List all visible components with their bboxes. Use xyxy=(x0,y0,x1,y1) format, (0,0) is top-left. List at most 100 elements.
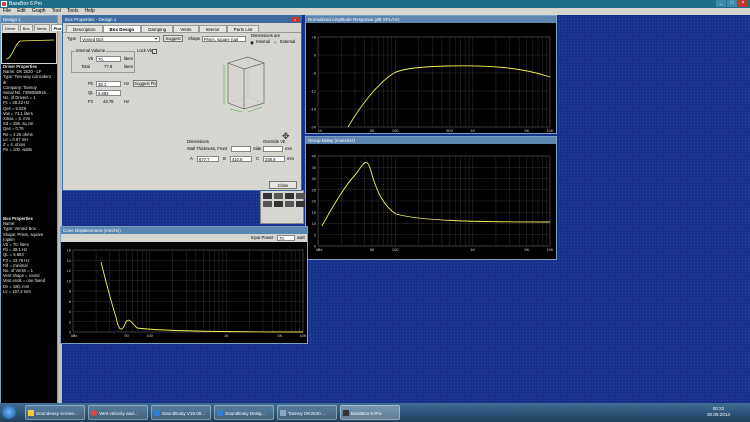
tool-icon-4[interactable] xyxy=(296,193,305,199)
tab-damping[interactable]: Damping xyxy=(141,25,174,32)
internal-radio[interactable]: ◉ xyxy=(250,40,254,46)
cone-x-tick: 100 xyxy=(146,333,153,338)
maximize-button[interactable]: □ xyxy=(727,0,737,7)
menu-edit[interactable]: Edit xyxy=(17,8,26,15)
tool-palette xyxy=(260,190,305,224)
f3-unit: Hz xyxy=(124,99,130,104)
ql-label: QL xyxy=(88,90,94,95)
shape-select[interactable]: Prism, square (opt xyxy=(202,36,246,42)
thumbnail-curve xyxy=(5,39,55,60)
amplitude-x-tick: 100 xyxy=(392,128,399,133)
group-delay-x-tick: 1K xyxy=(470,247,475,252)
type-select[interactable]: Vented Box xyxy=(80,36,160,42)
tab-description[interactable]: Description xyxy=(66,25,103,32)
group-delay-x-tick: 10K xyxy=(546,247,553,252)
menu-bar: File Edit Graph Tool Tools Help xyxy=(0,8,750,15)
tab-vents[interactable]: Vents xyxy=(33,24,50,31)
shape-label: Shape xyxy=(188,36,201,41)
c-field[interactable]: 258.9 xyxy=(263,156,285,162)
cone-x-tick: 5K xyxy=(278,333,283,338)
taskbar-item-3[interactable]: SoundEasy V19.00... xyxy=(151,405,211,420)
amplitude-y-tick: -18 xyxy=(310,107,317,112)
tool-icon-5[interactable] xyxy=(263,201,272,207)
thumbnail-plot xyxy=(2,33,56,63)
suggest-type-button[interactable]: Suggest xyxy=(163,35,183,42)
amplitude-chart: +6 0 -6 -12 -18 -2410 50 100 500 1K 5K 10K xyxy=(310,35,554,134)
close-button[interactable]: × xyxy=(738,0,748,7)
dialog-close-icon[interactable]: × xyxy=(291,17,299,22)
group-delay-chart: 4035302520151050Hz10 50 100 1K 5K 10K xyxy=(312,154,554,253)
vb-field[interactable]: 70. xyxy=(96,56,121,62)
cone-x-tick: 1K xyxy=(224,333,229,338)
menu-tools[interactable]: Tools xyxy=(67,8,79,15)
amplitude-y-tick: +6 xyxy=(311,35,316,40)
tool-icon-3[interactable] xyxy=(285,193,294,199)
box-property-line: Shape: Prism, square (optim xyxy=(3,231,44,242)
taskbar-item-2-label: Vent velocity and... xyxy=(99,411,138,416)
tool-icon-8[interactable] xyxy=(296,201,305,207)
taskbar-item-5[interactable]: Tannoy DK2520 ... xyxy=(277,405,337,420)
amplitude-y-tick: -6 xyxy=(312,71,316,76)
menu-file[interactable]: File xyxy=(3,8,11,15)
amplitude-x-tick: 50 xyxy=(370,128,375,133)
internal-volume-label: Internal Volume xyxy=(75,48,107,54)
taskbar-item-1[interactable]: Soundeasy screen... xyxy=(25,405,85,420)
menu-tool[interactable]: Tool xyxy=(52,8,61,15)
tool-icon-6[interactable] xyxy=(274,201,283,207)
group-delay-window-title: Group Delay (msec/Hz) xyxy=(306,137,556,144)
lock-vb-checkbox[interactable]: ✓ xyxy=(152,49,157,54)
type-dropdown-icon[interactable]: ▾ xyxy=(155,36,157,41)
internal-label: Internal xyxy=(256,39,270,44)
menu-graph[interactable]: Graph xyxy=(32,8,46,15)
a-field[interactable]: 677.7 xyxy=(197,156,219,162)
group-delay-y-tick: 20 xyxy=(312,199,317,204)
group-delay-title-text: Group Delay (msec/Hz) xyxy=(308,138,356,143)
ql-field[interactable]: 6.693 xyxy=(96,90,121,96)
box-properties-panel: Box Properties Name: Type: Vented Box Shap… xyxy=(1,214,57,404)
cone-window-title: Cone Displacement (mm/Hz) xyxy=(61,227,307,234)
amplitude-y-tick: 0 xyxy=(314,53,317,58)
fb-field[interactable]: 38.1 xyxy=(96,81,121,87)
cone-plot-area: 16 14 12 10 8 6 4 2 0 Hz 10 50 100 1K 5K 10K xyxy=(61,242,307,343)
amplitude-x-tick: 1K xyxy=(470,128,475,133)
total-unit: liters xyxy=(124,64,133,69)
start-button[interactable] xyxy=(2,405,16,419)
vb-unit: liters xyxy=(124,56,133,61)
cone-y-tick: 6 xyxy=(69,299,72,304)
menu-help[interactable]: Help xyxy=(84,8,94,15)
clock[interactable]: 00:22 30.05.2014 xyxy=(707,406,730,418)
wall-unit: mm xyxy=(285,146,292,151)
tab-driver[interactable]: Driver xyxy=(2,24,19,31)
wall-side-field[interactable] xyxy=(263,146,283,152)
amplitude-plot-frame xyxy=(317,36,551,128)
cone-y-tick: 4 xyxy=(69,309,72,314)
tab-box[interactable]: Box xyxy=(19,24,33,31)
taskbar-item-1-label: Soundeasy screen... xyxy=(36,411,78,416)
cone-x-tick: 50 xyxy=(124,333,129,338)
c-label: C xyxy=(256,156,260,161)
wall-front-field[interactable] xyxy=(231,146,251,152)
input-power-label: Input Power xyxy=(251,235,274,240)
taskbar-item-4[interactable]: SoundEasy Desig... xyxy=(214,405,274,420)
taskbar-item-2[interactable]: Vent velocity and... xyxy=(88,405,148,420)
tool-icon-2[interactable] xyxy=(274,193,283,199)
group-delay-y-tick: 40 xyxy=(312,154,317,159)
a-label: A xyxy=(190,156,193,161)
close-button-dialog[interactable]: Close xyxy=(269,181,297,189)
external-radio[interactable]: ○ xyxy=(274,40,277,45)
tab-vents[interactable]: Vents xyxy=(173,25,199,32)
cone-x-tick: 10K xyxy=(299,333,306,338)
suggest-fb-button[interactable]: Suggest Fb xyxy=(133,80,157,87)
tab-parts-list[interactable]: Parts List xyxy=(226,25,260,32)
tab-box-design[interactable]: Box Design xyxy=(102,25,142,32)
driver-property-line: Pe = 100. watts xyxy=(3,147,32,153)
minimize-button[interactable]: _ xyxy=(716,0,726,7)
driver-properties-panel: Driver Properties Name: DK 2520 - LF Type… xyxy=(1,64,57,214)
amplitude-plot-area: +6 0 -6 -12 -18 -24 10 50 100 500 1K 5K 10K xyxy=(306,23,556,133)
tool-icon-7[interactable] xyxy=(285,201,294,207)
tab-interior[interactable]: Interior xyxy=(198,25,227,32)
taskbar-item-6[interactable]: BassBox 6 Pro xyxy=(340,405,400,420)
b-field[interactable]: 410.8 xyxy=(230,156,252,162)
input-power-field[interactable]: 70. xyxy=(277,235,295,241)
tool-icon-1[interactable] xyxy=(263,193,272,199)
